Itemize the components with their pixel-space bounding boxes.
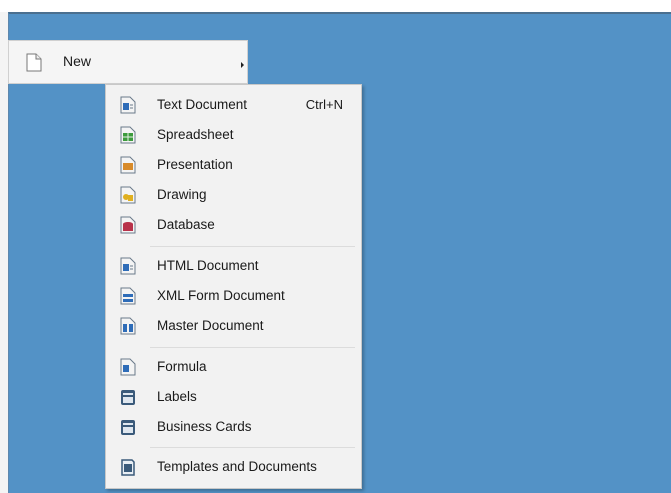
master-document-icon (120, 317, 136, 335)
xml-form-document-icon (120, 287, 136, 305)
submenu-item-presentation[interactable]: Presentation (106, 152, 361, 178)
submenu-item-spreadsheet[interactable]: Spreadsheet (106, 122, 361, 148)
labels-icon (121, 390, 135, 405)
database-icon (120, 216, 136, 234)
submenu-item-formula[interactable]: Formula (106, 354, 361, 380)
business-cards-icon (121, 420, 135, 435)
submenu-item-label: Spreadsheet (157, 127, 234, 142)
html-document-icon (120, 257, 136, 275)
submenu-item-label: XML Form Document (157, 288, 285, 303)
spreadsheet-icon (120, 126, 136, 144)
submenu-item-label: Text Document (157, 97, 248, 112)
drawing-icon (120, 186, 136, 204)
menu-separator (150, 347, 355, 348)
submenu-item-label: Templates and Documents (157, 459, 317, 474)
formula-icon (120, 358, 136, 376)
submenu-item-label: Presentation (157, 157, 233, 172)
submenu-item-business-cards[interactable]: Business Cards (106, 414, 361, 440)
submenu-item-master-document[interactable]: Master Document (106, 313, 361, 339)
submenu-item-database[interactable]: Database (106, 212, 361, 238)
shortcut-text: Ctrl+N (305, 97, 343, 112)
file-menu: New (8, 40, 248, 84)
menu-edge (0, 12, 8, 493)
submenu-item-html-document[interactable]: HTML Document (106, 253, 361, 279)
menu-item-new-label: New (63, 53, 92, 69)
submenu-arrow-icon (241, 62, 244, 68)
text-document-icon (120, 96, 136, 114)
submenu-item-templates-and-documents[interactable]: Templates and Documents (106, 454, 361, 480)
submenu-item-labels[interactable]: Labels (106, 384, 361, 410)
new-document-icon (26, 53, 42, 72)
menu-item-new[interactable]: New (9, 48, 247, 76)
templates-icon (121, 459, 135, 476)
submenu-item-label: Business Cards (157, 419, 252, 434)
submenu-item-drawing[interactable]: Drawing (106, 182, 361, 208)
submenu-item-label: Formula (157, 359, 207, 374)
new-submenu: Text Document Ctrl+N Spreadsheet Present… (105, 84, 362, 489)
submenu-item-label: Labels (157, 389, 197, 404)
menu-separator (150, 246, 355, 247)
submenu-item-text-document[interactable]: Text Document Ctrl+N (106, 92, 361, 118)
submenu-item-label: Database (157, 217, 215, 232)
submenu-item-label: HTML Document (157, 258, 259, 273)
submenu-item-label: Master Document (157, 318, 264, 333)
submenu-item-xml-form-document[interactable]: XML Form Document (106, 283, 361, 309)
menu-separator (150, 447, 355, 448)
submenu-item-label: Drawing (157, 187, 207, 202)
presentation-icon (120, 156, 136, 174)
